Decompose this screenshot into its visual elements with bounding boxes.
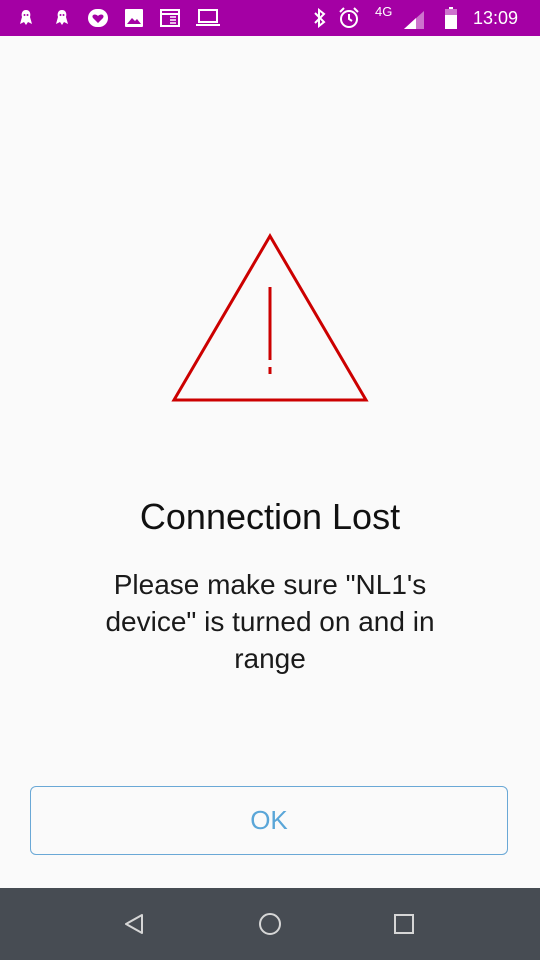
battery-icon [444,7,458,29]
ok-button-label: OK [250,805,288,835]
heart-app-icon [88,8,108,28]
calendar-icon [160,8,180,28]
bluetooth-icon [310,8,330,28]
recents-icon[interactable] [388,908,420,940]
warning-triangle-icon [171,233,369,402]
ghost-icon [16,8,36,28]
dialog-title: Connection Lost [139,496,401,537]
connection-lost-screen: Connection Lost Please make sure "NL1's … [0,36,540,888]
alarm-icon [338,7,360,28]
ghost-icon [52,8,72,28]
image-icon [124,8,144,28]
ok-button[interactable]: OK [30,786,508,855]
navigation-bar [0,888,540,960]
clock: 13:09 [473,8,519,28]
laptop-icon [196,8,220,28]
network-type: 4G [375,4,393,19]
dialog-message: Please make sure "NL1's device" is turne… [105,569,435,674]
signal-icon [404,10,424,30]
home-icon[interactable] [254,908,286,940]
status-bar: 4G 13:09 [0,0,540,36]
back-icon[interactable] [118,908,150,940]
